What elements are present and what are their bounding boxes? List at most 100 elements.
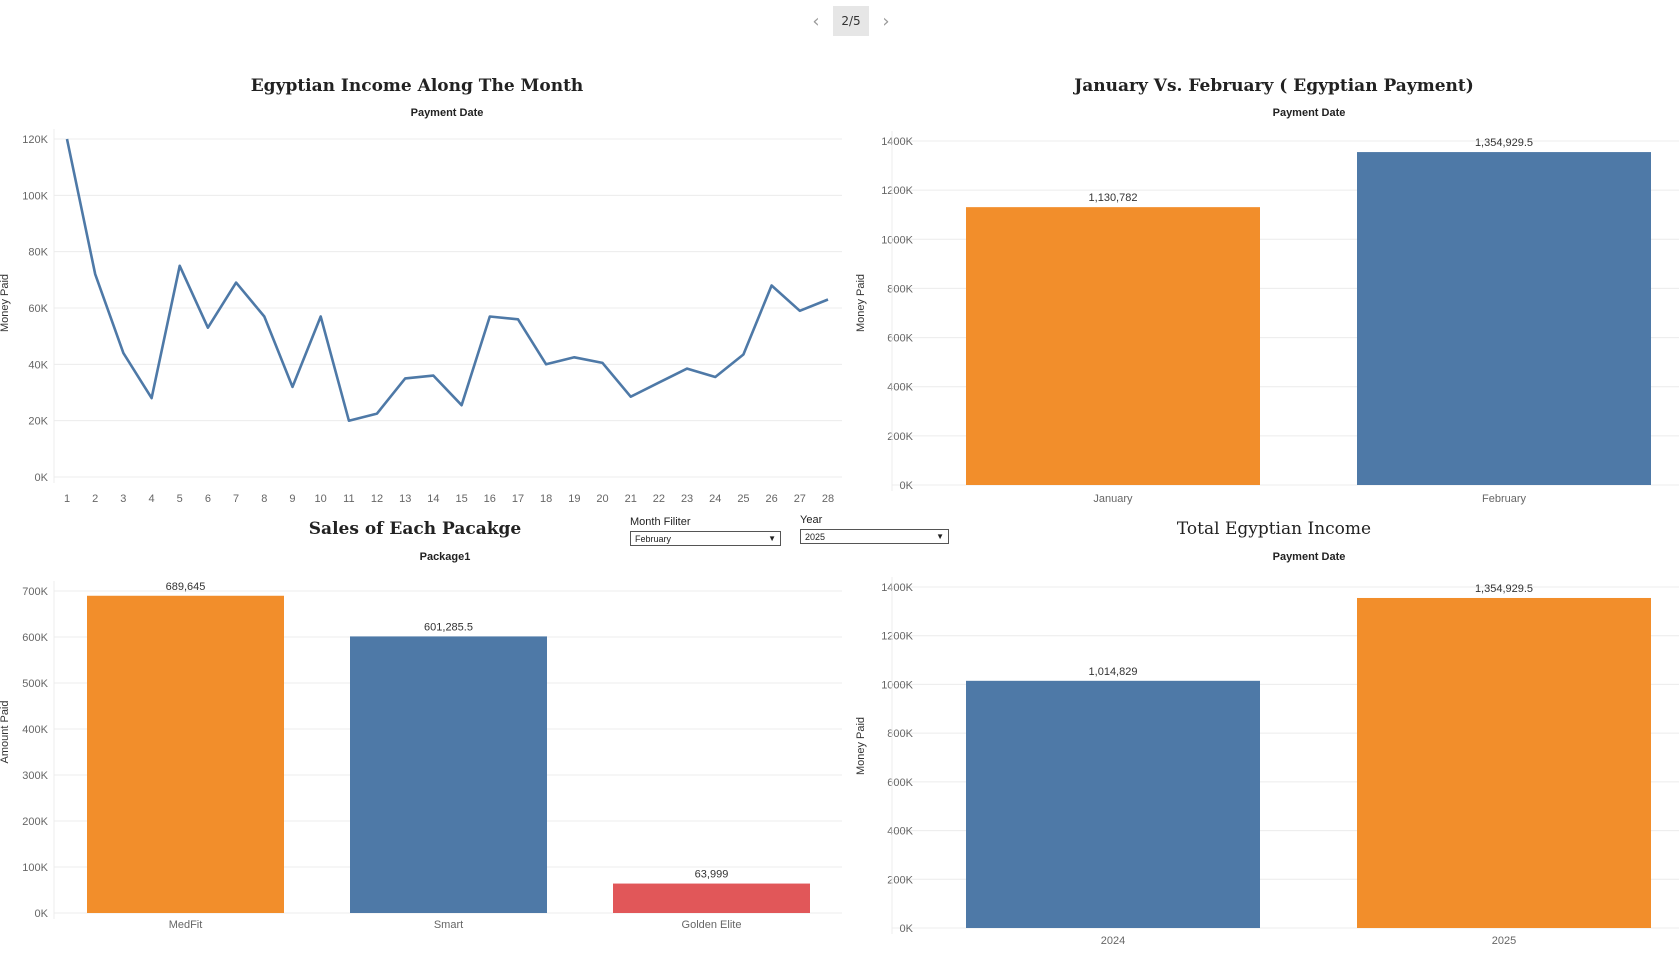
y-tick-label: 1400K (881, 136, 913, 148)
y-tick-label: 600K (887, 777, 913, 789)
y-tick-label: 1200K (881, 631, 913, 643)
x-tick-label: 14 (427, 493, 439, 505)
data-label: 1,354,929.5 (1475, 137, 1533, 149)
y-tick-label: 800K (887, 728, 913, 740)
y-tick-label: 600K (22, 632, 48, 644)
year-filter-label: Year (800, 514, 823, 526)
y-axis-label: Amount Paid (0, 701, 11, 764)
x-tick-label: 1 (64, 493, 70, 505)
month-filter-label: Month Filiter (630, 516, 691, 528)
y-tick-label: 60K (28, 303, 48, 315)
y-tick-label: 400K (887, 826, 913, 838)
y-tick-label: 700K (22, 586, 48, 598)
x-tick-label: 25 (737, 493, 749, 505)
bar-february (1357, 152, 1651, 485)
x-tick-label: Smart (434, 919, 463, 931)
y-tick-label: 500K (22, 678, 48, 690)
next-page-icon[interactable]: › (875, 6, 897, 36)
year-filter-select[interactable]: 2025 ▼ (800, 529, 949, 544)
month-filter-select[interactable]: February ▼ (630, 531, 781, 546)
data-label: 1,354,929.5 (1475, 583, 1533, 595)
x-tick-label: 11 (343, 493, 354, 505)
x-tick-label: MedFit (169, 919, 203, 931)
chart-title: Total Egyptian Income (1177, 519, 1371, 539)
chart-title: Egyptian Income Along The Month (251, 76, 584, 96)
series-line (65, 138, 829, 423)
data-label: 63,999 (695, 869, 729, 881)
data-label: 601,285.5 (424, 621, 473, 633)
x-tick-label: 16 (484, 493, 496, 505)
bar-january (966, 207, 1260, 486)
bar-2025 (1357, 597, 1651, 928)
y-tick-label: 200K (887, 431, 913, 443)
bar-medfit (87, 595, 284, 913)
y-tick-label: 120K (22, 134, 48, 146)
x-tick-label: 2024 (1101, 935, 1125, 947)
x-tick-label: 13 (399, 493, 411, 505)
y-tick-label: 200K (22, 816, 48, 828)
y-tick-label: 100K (22, 190, 48, 202)
y-tick-label: 400K (22, 724, 48, 736)
month-filter-value: February (635, 533, 672, 544)
y-tick-label: 1400K (881, 582, 913, 594)
year-filter-value: 2025 (805, 531, 826, 542)
x-tick-label: 23 (681, 493, 693, 505)
x-tick-label: 2025 (1492, 935, 1516, 947)
page-indicator: 2/5 (833, 6, 869, 36)
x-tick-label: 19 (568, 493, 580, 505)
x-tick-label: 3 (120, 493, 126, 505)
y-tick-label: 800K (887, 283, 913, 295)
package-sales-svg: Sales of Each Pacakge Package1 0K 100K 200K 3… (0, 519, 842, 931)
chart-subtitle: Payment Date (1273, 551, 1346, 563)
year-filter: Year 2025 ▼ (800, 514, 949, 544)
x-tick-label: 7 (233, 493, 239, 505)
y-tick-label: 400K (887, 382, 913, 394)
y-tick-label: 100K (22, 862, 48, 874)
x-tick-label: 18 (540, 493, 552, 505)
prev-page-icon[interactable]: ‹ (805, 6, 827, 36)
y-tick-label: 20K (28, 416, 48, 428)
chart-subtitle: Payment Date (411, 107, 484, 119)
chevron-down-icon: ▼ (936, 532, 944, 541)
chart-title: January Vs. February ( Egyptian Payment) (1072, 76, 1474, 96)
x-tick-label: 9 (289, 493, 295, 505)
chevron-down-icon: ▼ (768, 534, 776, 543)
x-tick-label: 17 (512, 493, 524, 505)
x-tick-label: 15 (455, 493, 467, 505)
chart-title: Sales of Each Pacakge (309, 519, 522, 539)
data-label: 1,130,782 (1089, 192, 1138, 204)
page-navigator: ‹ 2/5 › (805, 6, 897, 36)
y-tick-label: 600K (887, 333, 913, 345)
line-chart-svg: Egyptian Income Along The Month Payment D… (0, 76, 842, 505)
x-tick-label: 10 (315, 493, 327, 505)
x-tick-label: 4 (148, 493, 154, 505)
y-tick-label: 1000K (881, 234, 913, 246)
jan-vs-feb-svg: January Vs. February ( Egyptian Payment)… (855, 76, 1679, 505)
chart-subtitle: Package1 (420, 551, 471, 563)
y-axis-label: Money Paid (855, 274, 867, 332)
y-tick-label: 0K (900, 480, 914, 492)
x-tick-label: Golden Elite (682, 919, 742, 931)
y-tick-label: 200K (887, 874, 913, 886)
x-tick-label: 22 (653, 493, 665, 505)
bar-golden-elite (613, 883, 810, 913)
y-tick-label: 80K (28, 247, 48, 259)
y-tick-label: 0K (900, 923, 914, 935)
total-income-svg: Total Egyptian Income Payment Date 0K 200K 4… (855, 519, 1679, 947)
x-tick-label: January (1093, 493, 1133, 505)
x-tick-label: 5 (177, 493, 183, 505)
x-tick-label: 24 (709, 493, 721, 505)
bar-smart (350, 636, 547, 913)
data-label: 689,645 (166, 581, 206, 593)
x-tick-label: 8 (261, 493, 267, 505)
month-filter: Month Filiter February ▼ (630, 516, 781, 546)
y-axis-label: Money Paid (0, 274, 11, 332)
x-tick-label: 26 (766, 493, 778, 505)
bar-2024 (966, 680, 1260, 928)
y-tick-label: 300K (22, 770, 48, 782)
y-tick-label: 0K (35, 472, 49, 484)
data-label: 1,014,829 (1089, 666, 1138, 678)
y-tick-label: 1000K (881, 679, 913, 691)
y-tick-label: 1200K (881, 185, 913, 197)
x-tick-label: 2 (92, 493, 98, 505)
